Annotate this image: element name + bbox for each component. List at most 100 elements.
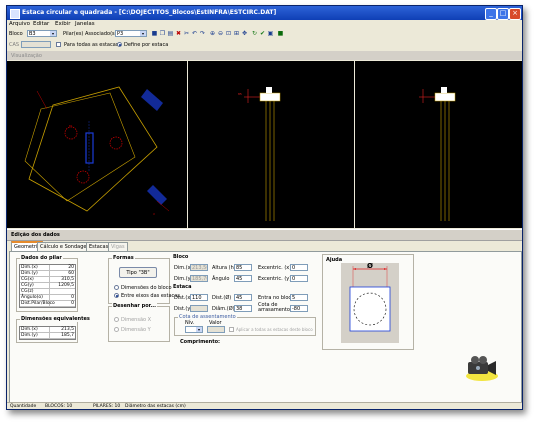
bloco-dimy-input[interactable]: 185,70 <box>190 275 208 282</box>
pilar-grid[interactable]: Dim.(x) 20 Dim.(y) 60 CG(x) 310,5 CG(y) 1209… <box>19 264 76 308</box>
table-row[interactable]: CG(z) <box>20 289 75 295</box>
table-row[interactable]: Ângulo(o) 0 <box>20 295 75 301</box>
help-mascot[interactable] <box>462 352 502 384</box>
geometria-tabpage: Dados do pilar Dim.(x) 20 Dim.(y) 60 CG(x)… <box>9 251 522 403</box>
table-row[interactable]: CG(y) 1209,5 <box>20 283 75 289</box>
elevation-x-view[interactable]: 85 <box>188 61 354 228</box>
dimensao-x-label: Dimensão X <box>121 317 152 323</box>
redo-icon[interactable]: ↷ <box>199 30 206 37</box>
bloco-excx-label: Excentric. (x) <box>258 265 292 271</box>
estaca-diam-input[interactable]: 38 <box>234 305 252 312</box>
dim-equiv-grid[interactable]: Dim.(x) 213,5 Dim.(y) 185,7 <box>19 326 76 340</box>
zoom-all-icon[interactable]: ⊞ <box>233 30 240 37</box>
undo-icon[interactable]: ↶ <box>191 30 198 37</box>
cota-valor-input[interactable] <box>207 326 225 333</box>
estaca-group: Estaca Dist.(x) 110 Dist.(Ø) 45 Entra no… <box>172 284 312 313</box>
refresh-icon[interactable]: ↻ <box>251 30 258 37</box>
status-pilares: PILARES: 10 <box>93 404 121 409</box>
table-row[interactable]: Dist.Pilar/Bloco 0 <box>20 301 75 307</box>
pilar-key: CG(z) <box>20 289 50 294</box>
bloco-select[interactable]: B3 ▾ <box>27 30 57 37</box>
save-icon[interactable]: ■ <box>151 30 158 37</box>
menu-arquivo[interactable]: Arquivo <box>9 21 30 27</box>
table-row[interactable]: CG(x) 310,5 <box>20 277 75 283</box>
table-row[interactable]: Dim.(x) 20 <box>20 265 75 271</box>
bloco-angulo-input[interactable]: 45 <box>234 275 252 282</box>
formas-title: Formas <box>112 255 135 261</box>
tab-vigas: Vigas <box>108 242 128 251</box>
menu-editar[interactable]: Editar <box>33 21 49 27</box>
copy-icon[interactable]: ❐ <box>159 30 166 37</box>
delete-icon[interactable]: ✖ <box>175 30 182 37</box>
bloco-outline-inner <box>24 92 136 202</box>
main-window: Estaca circular e quadrada - [C:\DOJECTT… <box>6 5 523 410</box>
desenhar-group: Desenhar por... Dimensão X Dimensão Y <box>108 303 170 342</box>
ajuda-diagram: Ø <box>349 262 391 332</box>
elevation-y-view[interactable] <box>355 61 522 228</box>
pilar-value: 0 <box>71 295 74 300</box>
plan-view[interactable]: E1 X <box>7 61 187 228</box>
dimensoes-bloco-radio[interactable] <box>114 285 119 290</box>
estaca-cota-arras-input[interactable]: -80 <box>290 305 308 312</box>
tipo-3b-button[interactable]: Tipo "3B" <box>119 267 157 278</box>
entre-eixos-radio[interactable] <box>114 293 119 298</box>
bloco-group: Bloco Dim.(x) 213,50 Altura (h) 85 Excen… <box>172 254 312 285</box>
estaca-title: Estaca <box>172 284 193 290</box>
chevron-down-icon: ▾ <box>140 31 146 36</box>
bloco-excy-input[interactable]: 0 <box>290 275 308 282</box>
para-todas-checkbox[interactable] <box>56 42 61 47</box>
pilar-label: Pilar(es) Associado(s) <box>63 31 117 37</box>
zoom-out-icon[interactable]: ⊖ <box>217 30 224 37</box>
table-row[interactable]: Dim.(y) 60 <box>20 271 75 277</box>
visualizacao-header: Visualização <box>7 51 522 60</box>
cota-nivel-select[interactable]: ▾ <box>185 326 203 333</box>
dim-equiv-value: 185,7 <box>61 333 74 338</box>
dimensao-y-label: Dimensão Y <box>121 327 151 333</box>
estaca-distphi-input[interactable]: 45 <box>234 294 252 301</box>
define-por-estaca-radio[interactable] <box>117 42 122 47</box>
ajuda-title: Ajuda <box>326 257 343 263</box>
exit-icon[interactable]: ■ <box>277 30 284 37</box>
bloco-altura-input[interactable]: 85 <box>234 264 252 271</box>
close-button[interactable]: × <box>509 8 521 20</box>
table-row[interactable]: Dim.(x) 213,5 <box>20 327 75 333</box>
pilar-key: CG(y) <box>20 283 50 288</box>
estaca-3-icon <box>76 170 90 184</box>
preview-icon[interactable]: ▣ <box>267 30 274 37</box>
bloco-elevation <box>434 92 456 102</box>
diam-symbol: Ø <box>367 263 373 270</box>
arrow-left-icon <box>353 268 356 270</box>
menu-janelas[interactable]: Janelas <box>75 21 95 27</box>
menu-exibir[interactable]: Exibir <box>55 21 71 27</box>
desenhar-title: Desenhar por... <box>112 303 158 309</box>
paste-icon[interactable]: ▤ <box>167 30 174 37</box>
bloco-dimx-input[interactable]: 213,50 <box>190 264 208 271</box>
bloco-label: Bloco <box>9 31 23 37</box>
maximize-button[interactable]: □ <box>497 8 509 20</box>
pilar-key: Dim.(y) <box>20 271 50 276</box>
comprimento-label: Comprimento: <box>180 339 221 345</box>
check-icon[interactable]: ✔ <box>259 30 266 37</box>
title-bar[interactable]: Estaca circular e quadrada - [C:\DOJECTT… <box>7 6 522 20</box>
table-row[interactable]: Dim.(y) 185,7 <box>20 333 75 339</box>
status-blocos: BLOCOS: 10 <box>45 404 73 409</box>
zoom-window-icon[interactable]: ⊡ <box>225 30 232 37</box>
bloco-elevation <box>259 92 281 102</box>
bloco-excx-input[interactable]: 0 <box>290 264 308 271</box>
pan-icon[interactable]: ✥ <box>241 30 248 37</box>
minimize-button[interactable]: _ <box>485 8 497 20</box>
elevation-x-drawing: 85 <box>238 87 281 221</box>
estaca-entra-input[interactable]: 5 <box>290 294 308 301</box>
estaca-1-icon <box>64 126 78 140</box>
dados-pilar-title: Dados do pilar <box>20 255 63 261</box>
pilar-select[interactable]: P3 ▾ <box>115 30 147 37</box>
cas-label: CAS <box>9 42 20 48</box>
cota-group: Cota de assentamento Nív. Valor ▾ Aplica… <box>174 314 316 336</box>
estaca-disty-input[interactable] <box>190 305 208 312</box>
zoom-in-icon[interactable]: ⊕ <box>209 30 216 37</box>
cas-input[interactable] <box>21 41 51 48</box>
estaca-cota-arras-label: Cota de arrasamento <box>258 302 290 313</box>
cut-icon[interactable]: ✂ <box>183 30 190 37</box>
estaca-2-icon <box>109 136 123 150</box>
estaca-distx-input[interactable]: 110 <box>190 294 208 301</box>
